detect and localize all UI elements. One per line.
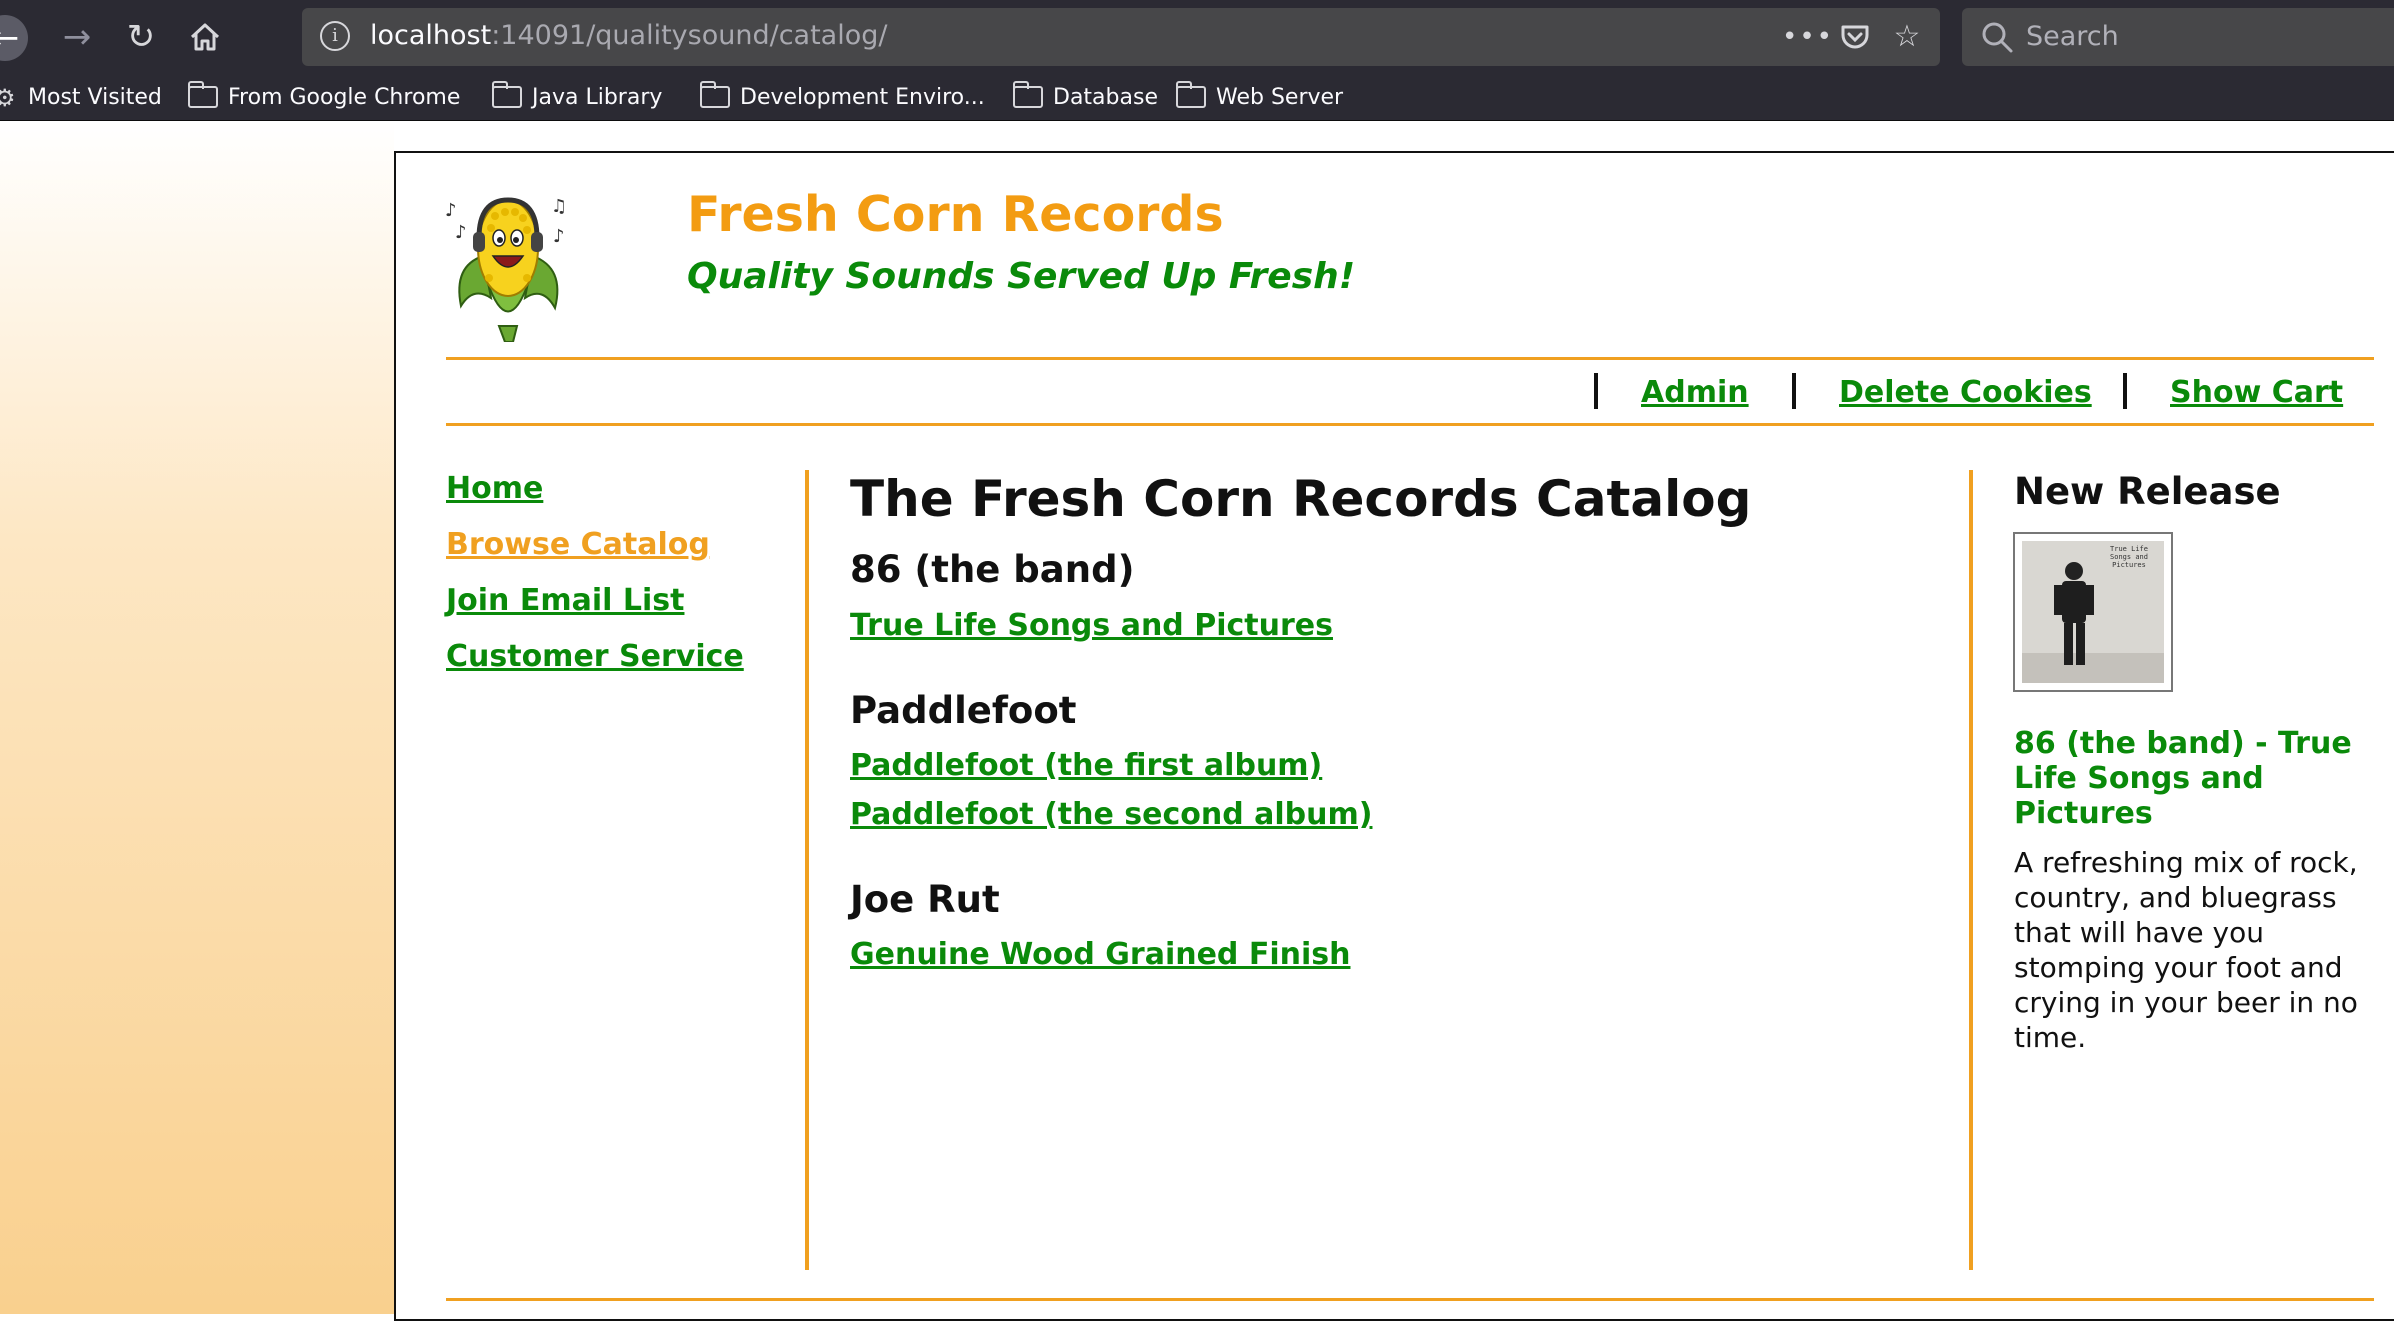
svg-text:♪: ♪ bbox=[445, 200, 457, 221]
folder-icon bbox=[1013, 81, 1043, 108]
forward-button[interactable]: → bbox=[54, 14, 100, 60]
sidebar-item-join-email-list[interactable]: Join Email List bbox=[446, 583, 684, 618]
folder-icon bbox=[492, 81, 522, 108]
bookmark-development-enviro[interactable]: Development Enviro... bbox=[700, 81, 985, 115]
bookmark-web-server[interactable]: Web Server bbox=[1176, 81, 1343, 115]
artist-heading: Joe Rut bbox=[850, 878, 1000, 921]
search-input[interactable]: Search bbox=[2026, 21, 2119, 52]
album-cover-art: True Life Songs and Pictures bbox=[2022, 541, 2164, 683]
admin-link[interactable]: Admin bbox=[1641, 375, 1749, 410]
home-icon bbox=[190, 23, 220, 51]
bookmark-label: Java Library bbox=[532, 85, 663, 110]
site-info-icon[interactable]: i bbox=[320, 21, 350, 51]
svg-text:♪: ♪ bbox=[455, 222, 467, 243]
bookmark-from-google-chrome[interactable]: From Google Chrome bbox=[188, 81, 460, 115]
bookmark-most-visited[interactable]: ⚙ Most Visited bbox=[0, 81, 162, 115]
sidebar-item-home[interactable]: Home bbox=[446, 471, 543, 506]
page-background-gradient bbox=[0, 121, 394, 1314]
new-release-title-link[interactable]: 86 (the band) - True Life Songs and Pict… bbox=[2014, 726, 2374, 831]
home-button[interactable] bbox=[182, 14, 228, 60]
page-title: The Fresh Corn Records Catalog bbox=[850, 470, 1752, 528]
svg-text:♫: ♫ bbox=[551, 196, 567, 217]
show-cart-link[interactable]: Show Cart bbox=[2170, 375, 2343, 410]
search-bar[interactable]: Search bbox=[1962, 8, 2394, 66]
site-tagline: Quality Sounds Served Up Fresh! bbox=[687, 256, 1356, 297]
new-release-divider bbox=[1969, 470, 1973, 1270]
header-rule-bottom bbox=[446, 423, 2374, 426]
folder-icon bbox=[700, 81, 730, 108]
new-release-album-cover[interactable]: True Life Songs and Pictures bbox=[2013, 532, 2173, 692]
new-release-description: A refreshing mix of rock, country, and b… bbox=[2014, 846, 2358, 1054]
album-link[interactable]: Genuine Wood Grained Finish bbox=[850, 937, 1350, 972]
folder-icon bbox=[1176, 81, 1206, 108]
pocket-shape bbox=[1841, 25, 1869, 49]
artist-heading: 86 (the band) bbox=[850, 548, 1135, 591]
back-button[interactable]: ← bbox=[0, 15, 28, 61]
url-text[interactable]: localhost:14091/qualitysound/catalog/ bbox=[370, 20, 887, 51]
album-link[interactable]: Paddlefoot (the second album) bbox=[850, 797, 1372, 832]
corn-mascot-logo: ♪ ♫♪ ♪ bbox=[445, 196, 567, 342]
nav-separator bbox=[1594, 373, 1598, 409]
search-icon bbox=[1982, 22, 2013, 53]
bookmark-label: Most Visited bbox=[28, 85, 162, 110]
bookmark-label: Development Enviro... bbox=[740, 85, 985, 110]
bookmark-label: From Google Chrome bbox=[228, 85, 461, 110]
page-actions-icon[interactable]: ••• bbox=[1782, 18, 1832, 56]
url-bar[interactable]: i localhost:14091/qualitysound/catalog/ … bbox=[302, 8, 1940, 66]
new-release-heading: New Release bbox=[2014, 470, 2281, 513]
sidebar-item-customer-service[interactable]: Customer Service bbox=[446, 639, 744, 674]
bookmark-star-icon[interactable]: ☆ bbox=[1888, 18, 1926, 56]
svg-text:♪: ♪ bbox=[553, 226, 565, 247]
album-link[interactable]: Paddlefoot (the first album) bbox=[850, 748, 1322, 783]
folder-icon bbox=[188, 81, 218, 108]
reload-button[interactable]: ↻ bbox=[118, 14, 164, 60]
album-link[interactable]: True Life Songs and Pictures bbox=[850, 608, 1333, 643]
bookmark-java-library[interactable]: Java Library bbox=[492, 81, 662, 115]
bookmark-label: Database bbox=[1053, 85, 1158, 110]
artist-heading: Paddlefoot bbox=[850, 689, 1077, 732]
site-title: Fresh Corn Records bbox=[687, 186, 1224, 243]
nav-separator bbox=[2123, 373, 2127, 409]
sidebar-item-browse-catalog[interactable]: Browse Catalog bbox=[446, 527, 710, 562]
browser-chrome: ← → ↻ i localhost:14091/qualitysound/cat… bbox=[0, 0, 2394, 121]
bookmark-database[interactable]: Database bbox=[1013, 81, 1158, 115]
bookmark-label: Web Server bbox=[1216, 85, 1344, 110]
footer-rule bbox=[446, 1298, 2374, 1301]
bookmarks-toolbar: ⚙ Most Visited From Google Chrome Java Li… bbox=[0, 78, 2394, 116]
sidebar-divider bbox=[805, 470, 809, 1270]
header-rule-top bbox=[446, 357, 2374, 360]
url-path: :14091/qualitysound/catalog/ bbox=[491, 20, 888, 51]
nav-separator bbox=[1792, 373, 1796, 409]
album-cover-figure bbox=[2022, 562, 2164, 683]
pocket-icon[interactable] bbox=[1836, 18, 1874, 56]
url-host: localhost bbox=[370, 20, 492, 51]
delete-cookies-link[interactable]: Delete Cookies bbox=[1839, 375, 2092, 410]
gear-icon: ⚙ bbox=[0, 84, 16, 112]
